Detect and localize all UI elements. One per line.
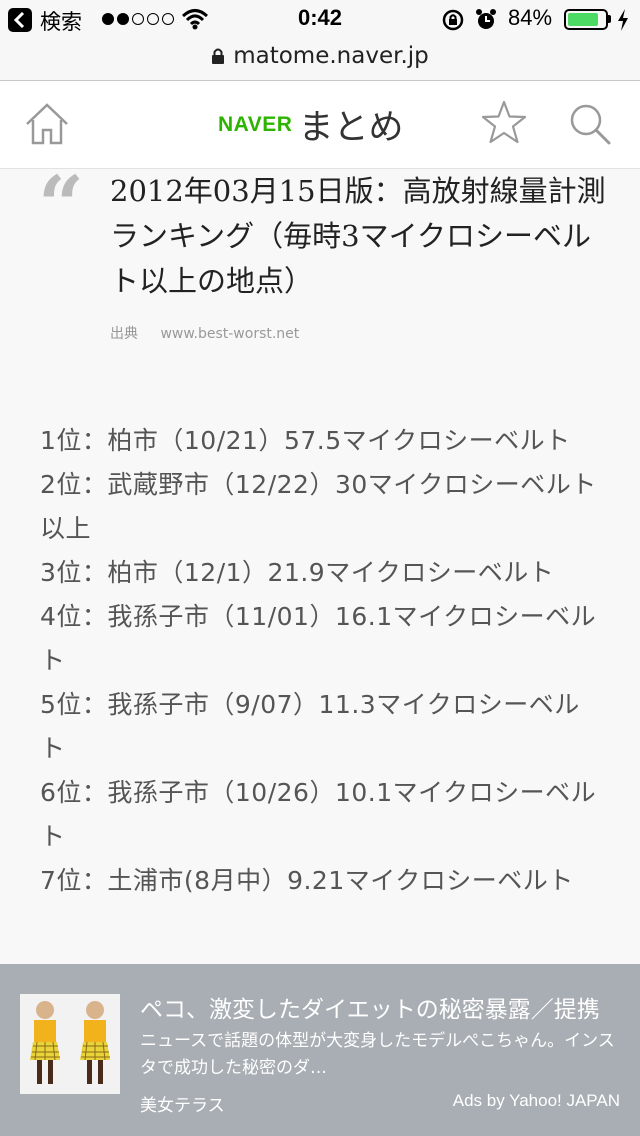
battery-level: [568, 13, 599, 26]
charging-bolt-icon: [618, 9, 628, 31]
search-icon[interactable]: [568, 102, 612, 146]
ranking-list: 1位：柏市（10/21）57.5マイクロシーベルト 2位：武蔵野市（12/22）3…: [40, 419, 600, 903]
ranking-item: 3位：柏市（12/1）21.9マイクロシーベルト: [40, 558, 555, 587]
ad-thumbnail[interactable]: [20, 994, 120, 1094]
battery-tip: [608, 15, 611, 23]
quote-title: 2012年03月15日版：高放射線量計測ランキング（毎時3マイクロシーベルト以上…: [110, 174, 606, 298]
ranking-item: 5位：我孫子市（9/07）11.3マイクロシーベルト: [40, 690, 580, 763]
battery-icon: [564, 9, 608, 30]
rotation-lock-icon: [442, 9, 464, 31]
ad-banner[interactable]: ペコ、激変したダイエットの秘密暴露／提携 ニュースで話題の体型が大変身したモデル…: [0, 964, 640, 1136]
battery-percent: 84%: [508, 5, 553, 30]
home-icon[interactable]: [24, 102, 70, 146]
ranking-item: 4位：我孫子市（11/01）16.1マイクロシーベルト: [40, 602, 597, 675]
source-link[interactable]: www.best-worst.net: [160, 326, 299, 342]
alarm-icon: [476, 9, 496, 29]
ad-description[interactable]: ニュースで話題の体型が大変身したモデルぺこちゃん。インスタで成功した秘密のダ…: [140, 1028, 620, 1082]
lock-icon: [212, 48, 225, 64]
ad-credit[interactable]: Ads by Yahoo! JAPAN: [453, 1091, 620, 1111]
ranking-item: 6位：我孫子市（10/26）10.1マイクロシーベルト: [40, 778, 597, 851]
ad-source: 美女テラス: [140, 1096, 225, 1116]
ad-title[interactable]: ペコ、激変したダイエットの秘密暴露／提携: [140, 990, 600, 1024]
url-text[interactable]: matome.naver.jp: [233, 43, 429, 69]
star-icon[interactable]: [481, 100, 527, 144]
quote-source: 出典 www.best-worst.net: [110, 323, 299, 343]
ranking-item: 7位：土浦市(8月中）9.21マイクロシーベルト: [40, 866, 574, 895]
site-header: NAVER まとめ: [0, 81, 640, 169]
logo-naver: NAVER: [218, 112, 293, 136]
ranking-item: 1位：柏市（10/21）57.5マイクロシーベルト: [40, 426, 571, 455]
status-bar: 検索 0:42 84%: [0, 0, 640, 40]
source-label: 出典: [110, 326, 138, 342]
quote-mark-icon: “: [38, 169, 85, 252]
address-bar[interactable]: matome.naver.jp: [0, 40, 640, 81]
ranking-item: 2位：武蔵野市（12/22）30マイクロシーベルト以上: [40, 470, 597, 543]
site-logo[interactable]: NAVER まとめ: [218, 99, 403, 150]
logo-matome: まとめ: [298, 108, 404, 148]
article-content: “ 2012年03月15日版：高放射線量計測ランキング（毎時3マイクロシーベルト…: [0, 169, 640, 964]
